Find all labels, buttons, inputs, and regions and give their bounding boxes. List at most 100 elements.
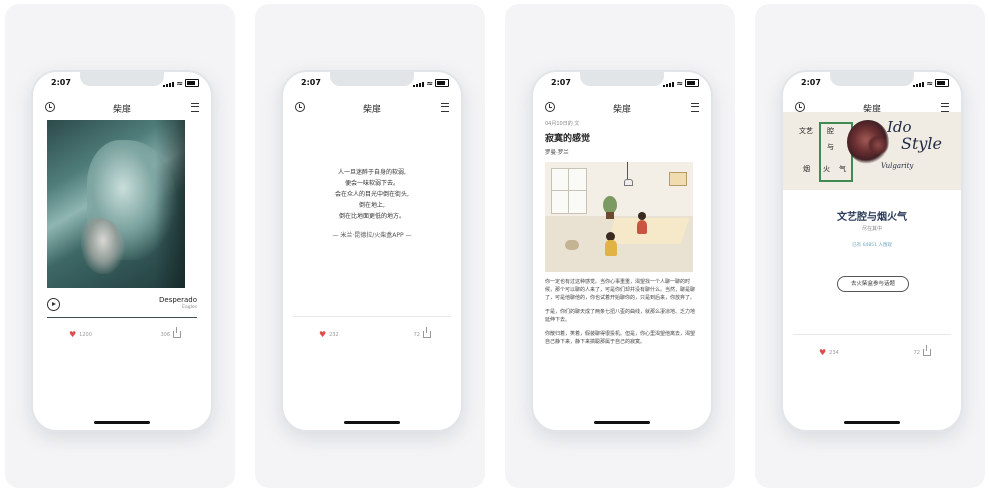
share-count: 72 xyxy=(913,349,920,356)
status-bar: 2:07 ≈ xyxy=(549,78,699,88)
status-icons: ≈ xyxy=(413,79,449,88)
phone-frame: 2:07 ≈ 柴扉 文艺 腔 与 烟 火 气 Ido Style Vulgari… xyxy=(781,70,963,432)
banner-text: 火 xyxy=(823,165,830,173)
divider xyxy=(793,334,951,335)
battery-icon xyxy=(185,79,199,87)
article-paragraph: 你一定也有过这种感觉。当你心事重重，渴望找一个人聊一聊的时候，那个可以聊的人来了… xyxy=(545,279,696,301)
home-indicator xyxy=(844,421,900,424)
quote-block: 人一旦迷醉于自身的软弱, 便会一味软弱下去。 会在众人的目光中倒在街头, 倒在地… xyxy=(283,167,461,241)
home-indicator xyxy=(94,421,150,424)
share-count: 72 xyxy=(413,331,420,338)
banner-script: Vulgarity xyxy=(881,162,914,170)
wifi-icon: ≈ xyxy=(676,79,683,88)
wifi-icon: ≈ xyxy=(176,79,183,88)
signal-icon xyxy=(163,82,175,87)
share-button[interactable]: 306 xyxy=(160,327,181,338)
status-time: 2:07 xyxy=(801,78,821,87)
progress-bar[interactable] xyxy=(47,317,197,318)
quote-line: 会在众人的目光中倒在街头, xyxy=(335,191,409,198)
topic-title: 文艺腔与烟火气 xyxy=(837,212,907,223)
like-count: 232 xyxy=(329,332,339,338)
topic-banner: 文艺 腔 与 烟 火 气 Ido Style Vulgarity xyxy=(783,112,961,190)
play-icon[interactable] xyxy=(47,298,60,311)
banner-text: 腔 xyxy=(827,127,834,135)
share-icon xyxy=(173,327,181,338)
home-indicator xyxy=(594,421,650,424)
quote-line: 倒在比地面更低的地方。 xyxy=(338,213,405,220)
phone-frame: 2:07 ≈ 柴扉 Desperado Eagles ♥ 1200 306 xyxy=(31,70,213,432)
home-indicator xyxy=(344,421,400,424)
share-button[interactable]: 72 xyxy=(913,345,931,356)
action-row: ♥ 232 72 xyxy=(283,327,461,345)
like-button[interactable]: ♥ 232 xyxy=(319,331,339,339)
banner-text: 与 xyxy=(827,143,834,151)
article-header: 04月10日的 文 寂寞的感觉 罗曼·罗兰 xyxy=(545,120,699,156)
article-author: 罗曼·罗兰 xyxy=(545,150,569,156)
screenshot-card-4: 2:07 ≈ 柴扉 文艺 腔 与 烟 火 气 Ido Style Vulgari… xyxy=(755,4,985,488)
like-count: 234 xyxy=(829,350,839,356)
screenshot-card-2: 2:07 ≈ 柴扉 人一旦迷醉于自身的软弱, 便会一味软弱下去。 会在众人的目光… xyxy=(255,4,485,488)
status-time: 2:07 xyxy=(51,78,71,87)
song-title: Desperado xyxy=(159,296,197,304)
article-paragraph: 你散归着，笑着，假装聊得很投机。但是，你心里渴望他离去，渴望自己静下来，静下来搞… xyxy=(545,331,696,345)
heart-icon: ♥ xyxy=(319,330,327,339)
nav-bar: 柴扉 xyxy=(533,100,711,118)
article-date: 04月10日的 文 xyxy=(545,121,580,127)
banner-text: 烟 xyxy=(803,165,810,173)
battery-icon xyxy=(685,79,699,87)
join-topic-button[interactable]: 去火柴盒参与话题 xyxy=(837,276,909,292)
banner-text: 文艺 xyxy=(799,127,813,135)
quote-line: 便会一味软弱下去。 xyxy=(344,180,399,187)
share-count: 306 xyxy=(160,331,170,338)
menu-icon[interactable] xyxy=(191,103,199,112)
signal-icon xyxy=(413,82,425,87)
wifi-icon: ≈ xyxy=(426,79,433,88)
phone-frame: 2:07 ≈ 柴扉 人一旦迷醉于自身的软弱, 便会一味软弱下去。 会在众人的目光… xyxy=(281,70,463,432)
article-title: 寂寞的感觉 xyxy=(545,134,591,144)
heart-icon: ♥ xyxy=(819,348,827,357)
battery-icon xyxy=(435,79,449,87)
status-bar: 2:07 ≈ xyxy=(299,78,449,88)
song-artist: Eagles xyxy=(182,305,197,310)
like-count: 1200 xyxy=(79,332,92,338)
signal-icon xyxy=(913,82,925,87)
status-icons: ≈ xyxy=(913,79,949,88)
action-row: ♥ 1200 306 xyxy=(33,327,211,345)
like-button[interactable]: ♥ 1200 xyxy=(69,331,92,339)
album-artwork xyxy=(47,120,185,288)
phone-frame: 2:07 ≈ 柴扉 04月10日的 文 寂寞的感觉 罗曼·罗兰 你一定也有过这种… xyxy=(531,70,713,432)
nav-title: 柴扉 xyxy=(112,105,131,115)
screenshot-card-3: 2:07 ≈ 柴扉 04月10日的 文 寂寞的感觉 罗曼·罗兰 你一定也有过这种… xyxy=(505,4,735,488)
status-icons: ≈ xyxy=(663,79,699,88)
article-body: 你一定也有过这种感觉。当你心事重重，渴望找一个人聊一聊的时候，那个可以聊的人来了… xyxy=(545,278,699,352)
battery-icon xyxy=(935,79,949,87)
quote-attribution: — 米兰·昆德拉/火柴盒APP — xyxy=(332,232,412,239)
menu-icon[interactable] xyxy=(941,103,949,112)
status-bar: 2:07 ≈ xyxy=(799,78,949,88)
menu-icon[interactable] xyxy=(691,103,699,112)
banner-text: 气 xyxy=(839,165,846,173)
status-icons: ≈ xyxy=(163,79,199,88)
article-paragraph: 于是，你们的聊天成了两条七扭八歪的曲线，就那么凄凉地、乏力地延伸下去。 xyxy=(545,309,696,323)
nav-title: 柴扉 xyxy=(362,105,381,115)
share-icon xyxy=(923,345,931,356)
status-bar: 2:07 ≈ xyxy=(49,78,199,88)
song-info: Desperado Eagles xyxy=(159,296,197,310)
action-row: ♥ 234 72 xyxy=(783,345,961,363)
nav-bar: 柴扉 xyxy=(283,100,461,118)
topic-subtitle: 尽在其中 xyxy=(861,226,882,232)
nav-title: 柴扉 xyxy=(612,105,631,115)
nav-bar: 柴扉 xyxy=(33,100,211,118)
banner-script: Style xyxy=(901,134,943,153)
share-button[interactable]: 72 xyxy=(413,327,431,338)
quote-line: 倒在地上, xyxy=(359,202,385,209)
like-button[interactable]: ♥ 234 xyxy=(819,349,839,357)
quote-line: 人一旦迷醉于自身的软弱, xyxy=(338,169,406,176)
menu-icon[interactable] xyxy=(441,103,449,112)
share-icon xyxy=(423,327,431,338)
music-player: Desperado Eagles xyxy=(47,296,197,314)
screenshot-card-1: 2:07 ≈ 柴扉 Desperado Eagles ♥ 1200 306 xyxy=(5,4,235,488)
topic-stats: 已有 64851 人围观 xyxy=(852,243,892,248)
divider xyxy=(293,316,451,317)
wifi-icon: ≈ xyxy=(926,79,933,88)
